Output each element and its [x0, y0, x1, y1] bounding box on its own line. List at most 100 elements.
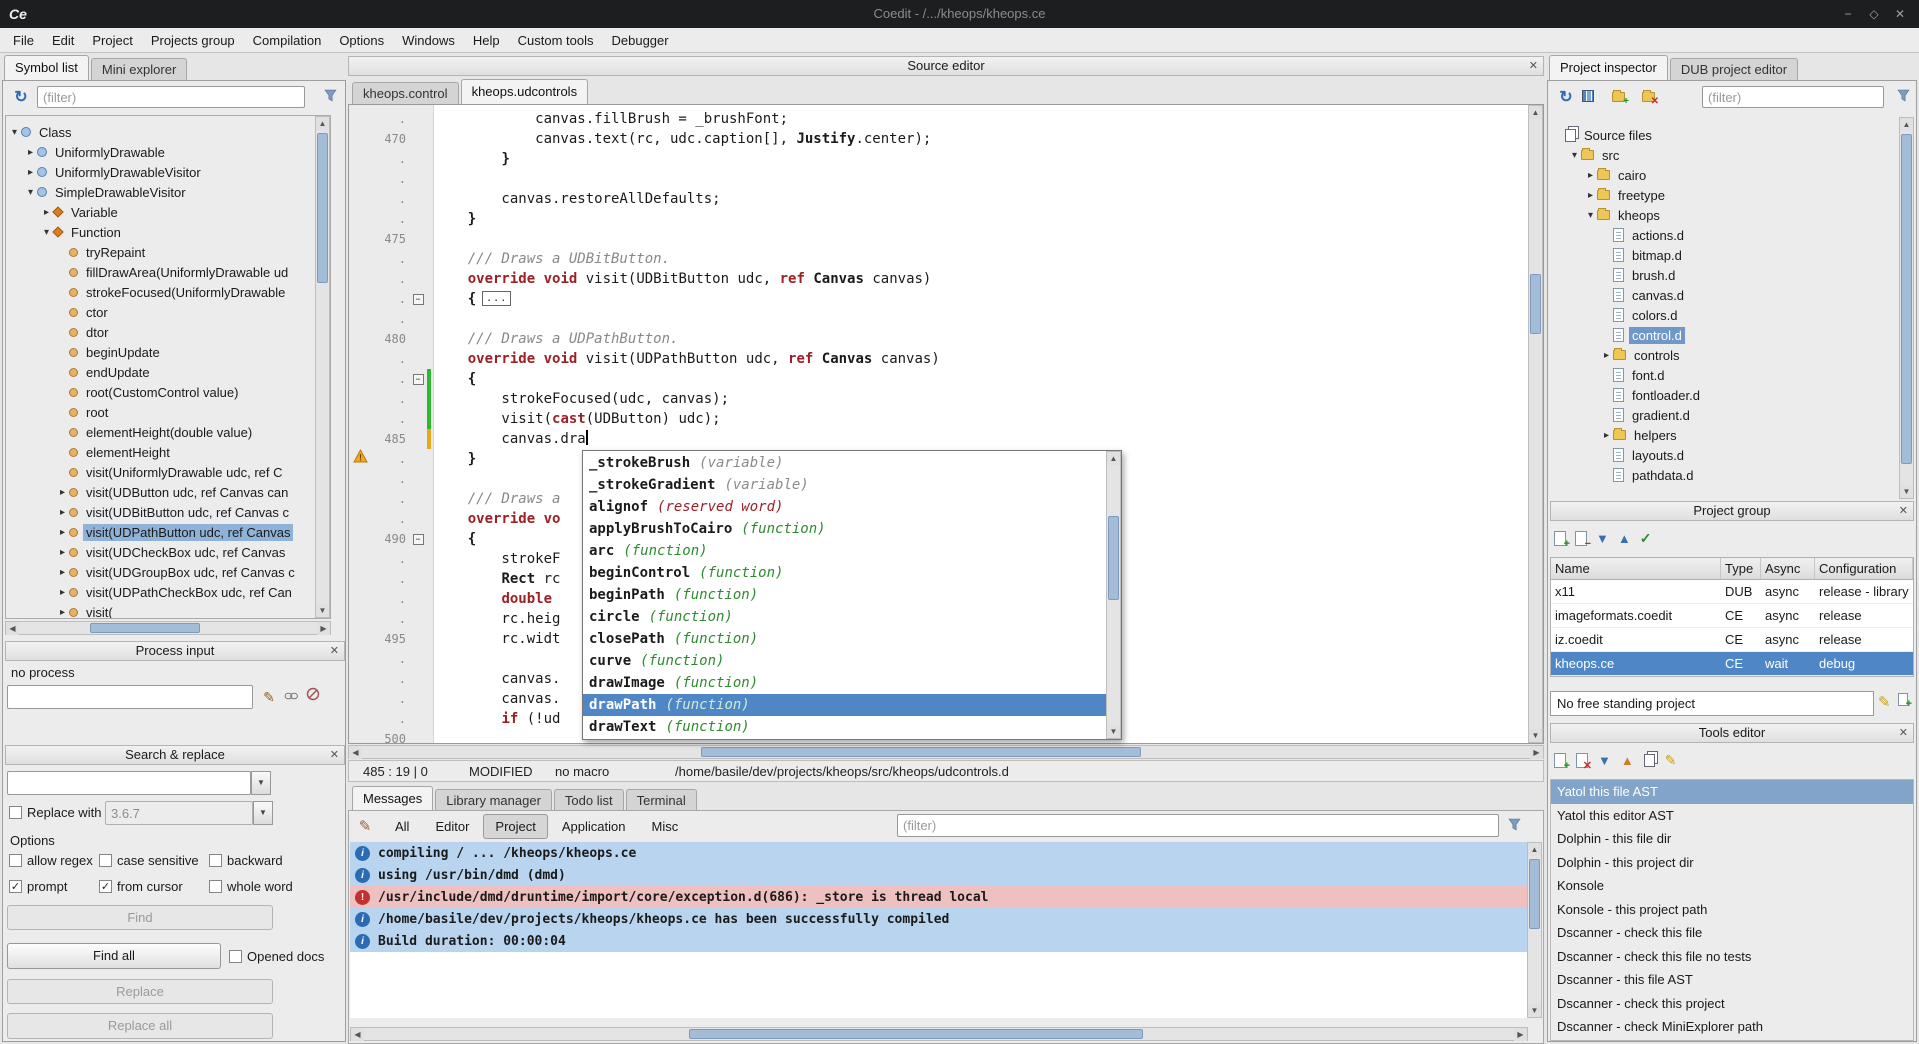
project-file-item[interactable]: layouts.d	[1550, 445, 1901, 465]
add-free-project-icon[interactable]: +	[1898, 693, 1908, 706]
symbol-filter-input[interactable]	[37, 86, 305, 108]
expand-icon[interactable]: ▾	[1584, 210, 1597, 221]
symbol-item[interactable]: ▸UniformlyDrawable	[6, 142, 315, 162]
checkbox[interactable]: ✓	[99, 880, 112, 893]
column-header-type[interactable]: Type	[1721, 558, 1761, 579]
column-header-name[interactable]: Name	[1551, 558, 1721, 579]
tool-item[interactable]: Dolphin - this file dir	[1551, 827, 1913, 851]
messages-vscrollbar[interactable]: ▲ ▼	[1527, 842, 1542, 1018]
replace-value-input[interactable]	[105, 801, 253, 825]
tab-messages[interactable]: Messages	[352, 786, 433, 811]
symbol-item[interactable]: elementHeight	[6, 442, 315, 462]
scroll-left-icon[interactable]: ◀	[351, 1028, 364, 1041]
add-tool-icon[interactable]: +	[1554, 753, 1566, 768]
column-header-configuration[interactable]: Configuration	[1815, 558, 1913, 579]
completion-item[interactable]: arc(function)	[583, 540, 1106, 562]
filter-editor[interactable]: Editor	[423, 814, 481, 839]
expand-icon[interactable]: ▸	[1584, 190, 1597, 201]
completion-item[interactable]: _strokeBrush(variable)	[583, 452, 1106, 474]
scroll-down-icon[interactable]: ▼	[1529, 729, 1542, 742]
view-columns-icon[interactable]	[1582, 90, 1594, 102]
code-line[interactable]: . strokeFocused(udc, canvas);	[349, 389, 1528, 409]
checkbox[interactable]	[99, 854, 112, 867]
completion-item[interactable]: beginControl(function)	[583, 562, 1106, 584]
completion-item[interactable]: drawText(function)	[583, 716, 1106, 738]
move-up-icon[interactable]: ▲	[1618, 531, 1631, 546]
symbol-item[interactable]: strokeFocused(UniformlyDrawable	[6, 282, 315, 302]
fold-collapse-icon[interactable]: −	[413, 534, 424, 545]
move-up-icon[interactable]: ▲	[1621, 753, 1634, 768]
close-icon[interactable]: ✕	[1899, 504, 1908, 518]
expand-icon[interactable]: ▾	[24, 187, 37, 198]
filter-all[interactable]: All	[383, 814, 421, 839]
symbol-item[interactable]: root	[6, 402, 315, 422]
symbol-item[interactable]: ▸UniformlyDrawableVisitor	[6, 162, 315, 182]
scroll-down-icon[interactable]: ▼	[316, 604, 329, 617]
tab-mini-explorer[interactable]: Mini explorer	[91, 58, 187, 80]
symbol-item[interactable]: tryRepaint	[6, 242, 315, 262]
symbol-item[interactable]: beginUpdate	[6, 342, 315, 362]
scroll-right-icon[interactable]: ▶	[1514, 1028, 1527, 1041]
replace-all-button[interactable]: Replace all	[7, 1013, 273, 1039]
completion-item[interactable]: alignof(reserved word)	[583, 496, 1106, 518]
scroll-up-icon[interactable]: ▲	[1900, 118, 1913, 131]
option-prompt[interactable]: ✓prompt	[9, 879, 67, 894]
replace-button[interactable]: Replace	[7, 979, 273, 1004]
completion-item[interactable]: circle(function)	[583, 606, 1106, 628]
expand-icon[interactable]: ▸	[56, 547, 69, 558]
project-row[interactable]: iz.coeditCEasyncrelease	[1551, 628, 1913, 652]
expand-icon[interactable]: ▾	[8, 127, 21, 138]
code-line[interactable]: 470 canvas.text(rc, udc.caption[], Justi…	[349, 129, 1528, 149]
replace-with-option[interactable]: Replace with	[9, 805, 101, 820]
scrollbar-thumb[interactable]	[1530, 274, 1541, 334]
tab-library-manager[interactable]: Library manager	[435, 789, 552, 811]
symbol-item[interactable]: fillDrawArea(UniformlyDrawable ud	[6, 262, 315, 282]
project-file-item[interactable]: colors.d	[1550, 305, 1901, 325]
tab-dub-project-editor[interactable]: DUB project editor	[1670, 58, 1798, 80]
tool-item[interactable]: Dscanner - this file AST	[1551, 968, 1913, 992]
expand-icon[interactable]: ▸	[56, 507, 69, 518]
scrollbar-thumb[interactable]	[1108, 516, 1119, 600]
send-input-icon[interactable]: ✎	[259, 687, 279, 707]
completion-item[interactable]: _strokeGradient(variable)	[583, 474, 1106, 496]
close-icon[interactable]: ✕	[1529, 59, 1538, 73]
project-file-item[interactable]: fontloader.d	[1550, 385, 1901, 405]
symbol-tree-hscrollbar[interactable]: ◀ ▶	[5, 621, 331, 635]
option-from-cursor[interactable]: ✓from cursor	[99, 879, 183, 894]
symbol-item[interactable]: root(CustomControl value)	[6, 382, 315, 402]
menu-file[interactable]: File	[4, 29, 43, 52]
close-icon[interactable]: ✕	[1899, 726, 1908, 740]
symbol-item[interactable]: ctor	[6, 302, 315, 322]
message-row[interactable]: iBuild duration: 00:00:04	[350, 930, 1527, 952]
tab-todo-list[interactable]: Todo list	[554, 789, 624, 811]
cancel-icon[interactable]	[303, 687, 323, 707]
symbol-item[interactable]: ▸visit(UDBitButton udc, ref Canvas c	[6, 502, 315, 522]
tool-item[interactable]: Yatol this file AST	[1551, 780, 1913, 804]
filter-project[interactable]: Project	[483, 814, 547, 839]
fold-collapse-icon[interactable]: −	[413, 374, 424, 385]
filter-application[interactable]: Application	[550, 814, 638, 839]
code-line[interactable]: . override void visit(UDPathButton udc, …	[349, 349, 1528, 369]
project-file-item[interactable]: canvas.d	[1550, 285, 1901, 305]
checkbox[interactable]	[229, 950, 242, 963]
project-file-item[interactable]: font.d	[1550, 365, 1901, 385]
completion-item[interactable]: applyBrushToCairo(function)	[583, 518, 1106, 540]
checkbox[interactable]	[9, 806, 22, 819]
expand-icon[interactable]: ▸	[56, 587, 69, 598]
project-file-item[interactable]: brush.d	[1550, 265, 1901, 285]
project-file-item[interactable]: ▸helpers	[1550, 425, 1901, 445]
scrollbar-thumb[interactable]	[1901, 134, 1912, 464]
code-line[interactable]: . override void visit(UDBitButton udc, r…	[349, 269, 1528, 289]
refresh-icon[interactable]: ↻	[1554, 85, 1578, 109]
files-tree-vscrollbar[interactable]: ▲ ▼	[1899, 117, 1914, 499]
tab-terminal[interactable]: Terminal	[626, 789, 697, 811]
doc-tab-kheops-udcontrols[interactable]: kheops.udcontrols	[461, 79, 589, 104]
filter-funnel-icon[interactable]	[1508, 818, 1521, 834]
expand-icon[interactable]: ▸	[56, 567, 69, 578]
scrollbar-thumb[interactable]	[1529, 859, 1540, 929]
pipe-icon[interactable]	[281, 687, 301, 707]
completion-item[interactable]: drawImage(function)	[583, 672, 1106, 694]
editor-hscrollbar[interactable]: ◀ ▶	[348, 745, 1544, 759]
remove-folder-icon[interactable]: ✕	[1642, 92, 1655, 102]
menu-edit[interactable]: Edit	[43, 29, 83, 52]
